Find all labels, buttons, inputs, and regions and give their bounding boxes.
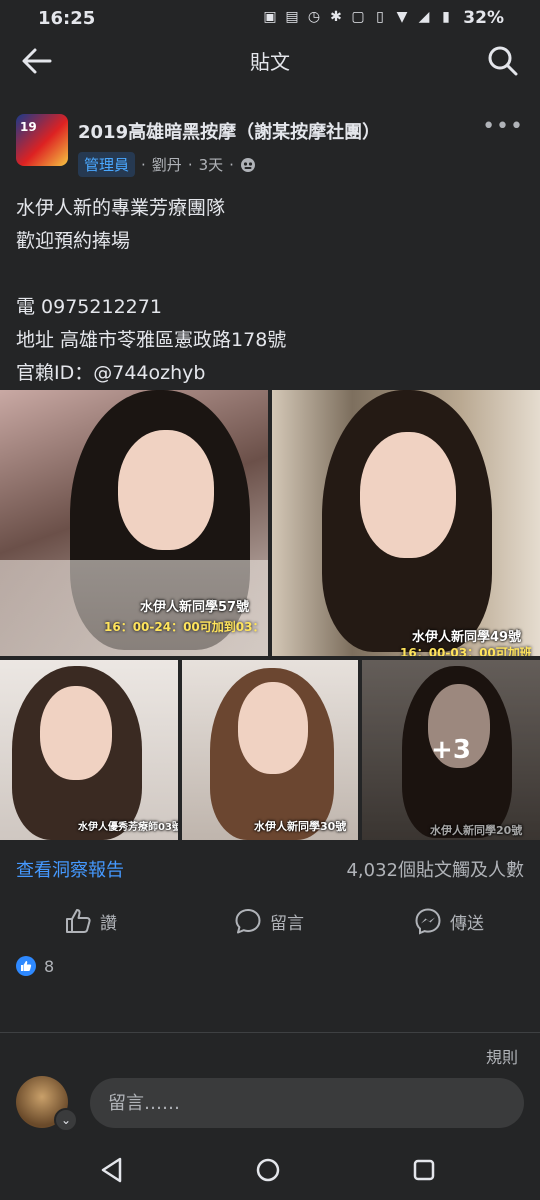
avatar-badge-number: 19 — [20, 120, 37, 134]
separator-dot: · — [229, 155, 234, 174]
comment-composer: ⌄ — [16, 1076, 524, 1132]
post-photo[interactable]: 水伊人新同學49號 16：00-03：00可加班 — [272, 390, 540, 656]
page-title: 貼文 — [250, 50, 290, 74]
group-avatar[interactable]: 19 — [16, 114, 68, 166]
photo-caption-hours: 16：00-03：00可加班 — [400, 646, 532, 656]
post-header: 19 2019高雄暗黑按摩（謝某按摩社團） ••• 管理員 · 劉丹 · 3天 … — [16, 114, 524, 177]
photo-caption-hours: 16：00-24：00可加到03： — [104, 620, 265, 634]
more-options-icon[interactable]: ••• — [482, 114, 524, 139]
system-nav-bar — [0, 1140, 540, 1200]
post-photo[interactable]: 水伊人新同學30號 — [182, 660, 358, 840]
post-reach-count: 4,032個貼文觸及人數 — [346, 860, 524, 881]
separator-dot: · — [141, 155, 146, 174]
photo-caption: 水伊人優秀芳療師03號 — [78, 822, 178, 833]
rules-link[interactable]: 規則 — [486, 1044, 518, 1068]
thumbs-up-icon — [66, 909, 91, 933]
photo-caption: 水伊人新同學30號 — [254, 820, 347, 833]
author-name[interactable]: 劉丹 — [152, 154, 182, 175]
camera-icon: ▣ — [263, 9, 277, 25]
post-actions: 讚 留言 傳送 — [0, 898, 540, 944]
chevron-down-icon[interactable]: ⌄ — [54, 1108, 78, 1132]
share-button[interactable]: 傳送 — [414, 898, 484, 944]
post-text-line: 地址 高雄市苓雅區憲政路178號 — [16, 329, 287, 351]
share-label: 傳送 — [450, 913, 484, 934]
more-photos-overlay[interactable]: +3 — [362, 660, 540, 840]
battery-percent: 32% — [463, 8, 504, 28]
post-text-line: 電 0975212271 — [16, 296, 162, 318]
back-triangle-icon[interactable] — [96, 1154, 128, 1186]
post-photo[interactable]: 水伊人新同學57號 16：00-24：00可加到03： — [0, 390, 268, 656]
home-circle-icon[interactable] — [252, 1154, 284, 1186]
view-insights-link[interactable]: 查看洞察報告 — [16, 856, 124, 882]
bluetooth-icon: ✱ — [330, 9, 342, 25]
reactions-summary[interactable]: 8 — [16, 956, 54, 976]
comment-input[interactable] — [90, 1078, 524, 1128]
photo-caption: 水伊人新同學49號 — [412, 630, 522, 645]
recents-square-icon[interactable] — [408, 1154, 440, 1186]
post-photo[interactable]: 水伊人新同學20號 +3 — [362, 660, 540, 840]
comment-label: 留言 — [270, 913, 304, 934]
post-text-line: 官賴ID：@744ozhyb — [16, 362, 206, 384]
post-text-line — [16, 258, 524, 291]
insights-row: 查看洞察報告 4,032個貼文觸及人數 — [16, 856, 524, 882]
post-text-line: 歡迎預約捧場 — [16, 230, 131, 252]
comment-button[interactable]: 留言 — [234, 898, 304, 944]
reaction-count: 8 — [44, 956, 55, 976]
like-label: 讚 — [100, 913, 117, 934]
separator-dot: · — [187, 155, 193, 174]
status-bar: 16:25 ▣ ▤ ◷ ✱ ▢ ▯ ▼ ◢ ▮ 32% — [0, 0, 540, 36]
comment-icon — [235, 909, 261, 934]
auto-icon: ▤ — [285, 9, 299, 25]
post-time[interactable]: 3天 — [199, 154, 224, 175]
post-text-line: 水伊人新的專業芳療團隊 — [16, 197, 226, 219]
post-meta: 管理員 · 劉丹 · 3天 · — [78, 152, 256, 177]
alarm-icon: ◷ — [307, 9, 321, 25]
group-name[interactable]: 2019高雄暗黑按摩（謝某按摩社團） — [78, 118, 380, 144]
role-badge: 管理員 — [78, 152, 136, 177]
nfc-icon: ▢ — [351, 9, 365, 25]
status-icons: ▣ ▤ ◷ ✱ ▢ ▯ ▼ ◢ ▮ — [262, 9, 454, 25]
app-header: 貼文 — [0, 36, 540, 86]
divider — [0, 1032, 540, 1033]
privacy-group-icon — [240, 157, 255, 172]
wifi-icon: ▼ — [396, 9, 408, 25]
like-reaction-icon — [16, 956, 36, 976]
messenger-icon — [415, 908, 441, 935]
post-body: 水伊人新的專業芳療團隊 歡迎預約捧場 電 0975212271 地址 高雄市苓雅… — [16, 192, 524, 390]
battery-icon: ▮ — [442, 9, 450, 25]
signal-icon: ◢ — [418, 9, 430, 25]
photo-caption: 水伊人新同學57號 — [140, 600, 250, 615]
status-time: 16:25 — [38, 8, 96, 29]
like-button[interactable]: 讚 — [64, 898, 117, 944]
vibrate-icon: ▯ — [376, 9, 384, 25]
photo-grid: 水伊人新同學57號 16：00-24：00可加到03： 水伊人新同學49號 16… — [0, 390, 540, 840]
post-photo[interactable]: 水伊人優秀芳療師03號 — [0, 660, 178, 840]
search-icon[interactable] — [486, 44, 520, 78]
